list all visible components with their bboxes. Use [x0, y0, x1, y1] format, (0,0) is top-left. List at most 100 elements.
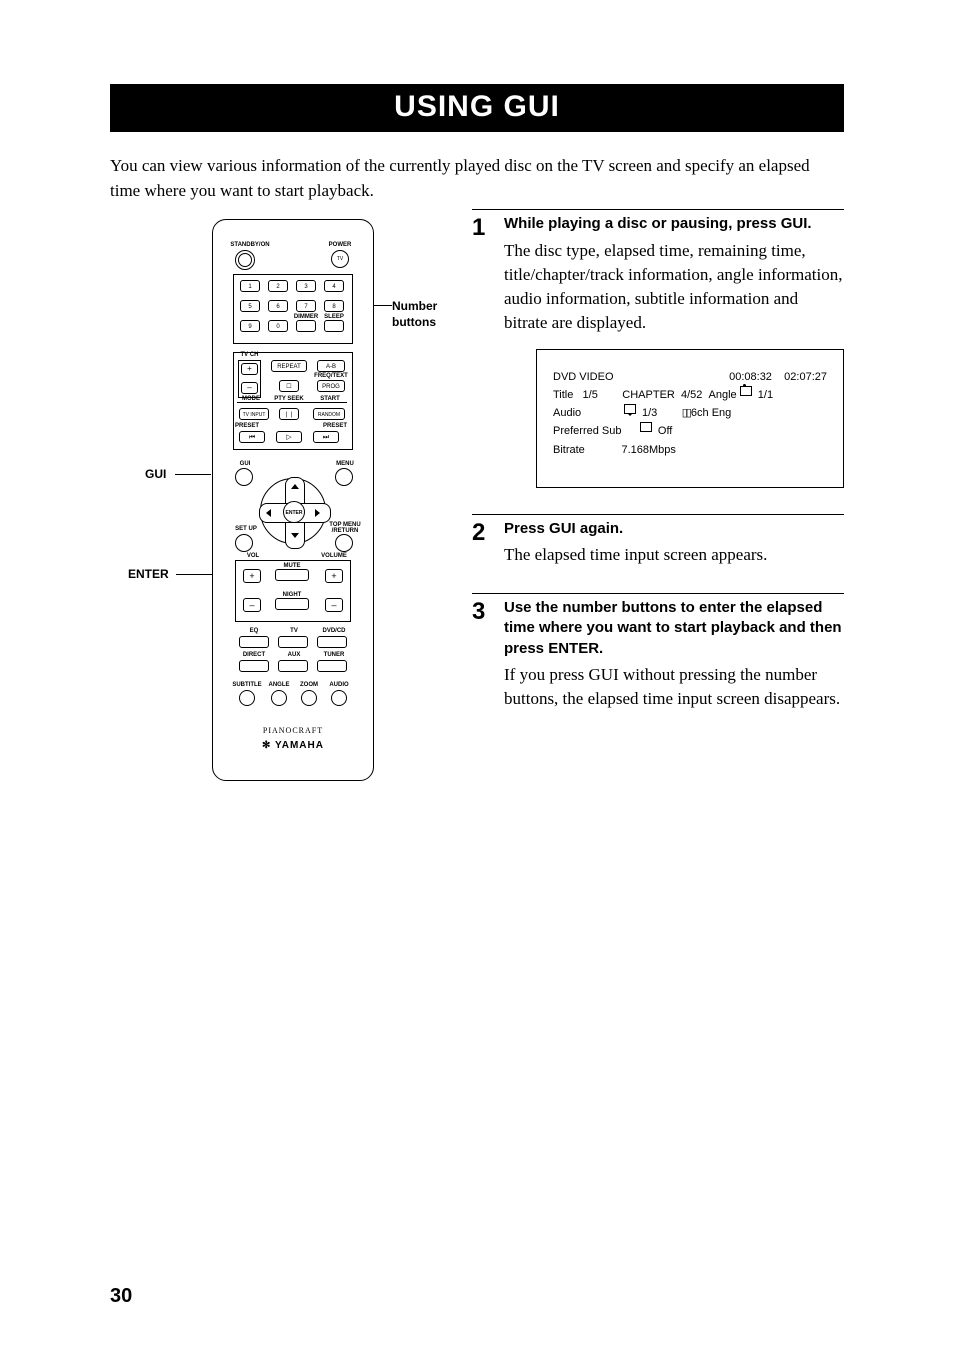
next-button: ⏭: [313, 431, 339, 443]
topmenu-label: TOP MENU /RETURN: [325, 522, 365, 534]
tvinput-button: TV INPUT: [239, 408, 269, 420]
standby-button: [235, 250, 255, 270]
remote-control: STANDBY/ON POWER TV 1 2 3 4 5 6 7 8 9 0 …: [212, 219, 374, 781]
prev-button: ⏮: [239, 431, 265, 443]
sleep-button: [324, 320, 344, 332]
ab-button: A-B: [317, 360, 345, 372]
step-number: 3: [472, 598, 504, 711]
osd-disc: DVD VIDEO: [553, 368, 614, 386]
num-9: 9: [240, 320, 260, 332]
aux-button: [278, 660, 308, 672]
tv-src-button: [278, 636, 308, 648]
steps-column: 1 While playing a disc or pausing, press…: [472, 209, 844, 781]
separator: [472, 209, 844, 210]
osd-aud-label: Audio: [553, 404, 581, 422]
left-arrow-icon: [266, 509, 271, 517]
step-head: Use the number buttons to enter the elap…: [504, 598, 844, 659]
tvch-label: TV CH: [238, 352, 261, 358]
menu-label: MENU: [333, 461, 357, 467]
callout-gui: GUI: [145, 467, 166, 481]
repeat-button: REPEAT: [271, 360, 307, 372]
subtitle-icon: [640, 422, 652, 432]
menu-button: [335, 468, 353, 486]
osd-ang: 1/1: [758, 386, 773, 404]
prog-button: PROG: [317, 380, 345, 392]
dvdcd-label: DVD/CD: [317, 628, 351, 634]
step-number: 1: [472, 214, 504, 487]
vol-down-left: –: [243, 598, 261, 612]
osd-panel: DVD VIDEO 00:08:32 02:07:27 Title 1/5 CHA…: [536, 349, 844, 488]
freq-label: FREQ/TEXT: [311, 373, 351, 379]
tvch-minus: –: [241, 382, 258, 394]
num-2: 2: [268, 280, 288, 292]
page-title: USING GUI: [110, 84, 844, 132]
eq-button: [239, 636, 269, 648]
num-0: 0: [268, 320, 288, 332]
remote-diagram-column: Number buttons GUI ENTER STANDBY/ON POWE…: [110, 209, 442, 781]
osd-aud2: 6ch Eng: [691, 404, 731, 422]
eq-label: EQ: [239, 628, 269, 634]
gui-label: GUI: [235, 461, 255, 467]
dimmer-button: [296, 320, 316, 332]
dpad: ENTER: [260, 478, 326, 544]
angle-button: [271, 690, 287, 706]
osd-aud1: 1/3: [642, 404, 657, 422]
osd-title: 1/5: [583, 386, 598, 404]
osd-remain: 02:07:27: [784, 368, 827, 386]
zoom-label: ZOOM: [295, 682, 323, 688]
zoom-button: [301, 690, 317, 706]
setup-label: SET UP: [231, 526, 261, 532]
up-arrow-icon: [291, 484, 299, 489]
step-body-text: The disc type, elapsed time, remaining t…: [504, 241, 842, 332]
osd-br-label: Bitrate: [553, 441, 585, 459]
separator: [472, 514, 844, 515]
night-button: [275, 598, 309, 610]
standby-label: STANDBY/ON: [225, 242, 275, 248]
num-4: 4: [324, 280, 344, 292]
osd-chap-label: CHAPTER: [622, 386, 675, 404]
power-button: TV: [331, 250, 349, 268]
step-1: 1 While playing a disc or pausing, press…: [472, 214, 844, 487]
audio-label: AUDIO: [325, 682, 353, 688]
num-6: 6: [268, 300, 288, 312]
setup-button: [235, 534, 253, 552]
audio-button: [331, 690, 347, 706]
vol-down-right: –: [325, 598, 343, 612]
power-label: POWER: [325, 242, 355, 248]
right-arrow-icon: [315, 509, 320, 517]
brand-yamaha: ✻ YAMAHA: [213, 740, 373, 751]
intro-text: You can view various information of the …: [110, 154, 844, 203]
callout-enter-label: ENTER: [128, 567, 169, 581]
volume-label: VOLUME: [317, 553, 351, 559]
osd-elapsed: 00:08:32: [729, 368, 772, 386]
step-head: While playing a disc or pausing, press G…: [504, 214, 844, 234]
brand-pianocraft: PIANOCRAFT: [213, 726, 373, 735]
num-3: 3: [296, 280, 316, 292]
mute-button: [275, 569, 309, 581]
vol-up-left: +: [243, 569, 261, 583]
preset-prev-label: PRESET: [235, 423, 267, 429]
num-7: 7: [296, 300, 316, 312]
step-number: 2: [472, 519, 504, 567]
speech-icon: [624, 404, 636, 414]
topmenu-button: [335, 534, 353, 552]
down-arrow-icon: [291, 533, 299, 538]
page-number: 30: [110, 1285, 132, 1308]
num-8: 8: [324, 300, 344, 312]
tuner-label: TUNER: [317, 652, 351, 658]
step-body-text: If you press GUI without pressing the nu…: [504, 665, 840, 708]
random-button: RANDOM: [313, 408, 345, 420]
tvch-plus: +: [241, 363, 258, 375]
dvdcd-button: [317, 636, 347, 648]
callout-enter: ENTER: [128, 567, 169, 581]
tv-src-label: TV: [279, 628, 309, 634]
angle-label: ANGLE: [265, 682, 293, 688]
callout-number-buttons-label: Number buttons: [392, 299, 437, 329]
play-button: ▷: [276, 431, 302, 443]
osd-title-label: Title: [553, 386, 573, 404]
enter-button: ENTER: [283, 501, 305, 523]
callout-number-buttons: Number buttons: [392, 299, 437, 330]
osd-sub: Off: [658, 422, 672, 440]
direct-label: DIRECT: [239, 652, 269, 658]
vol-label: VOL: [243, 553, 263, 559]
